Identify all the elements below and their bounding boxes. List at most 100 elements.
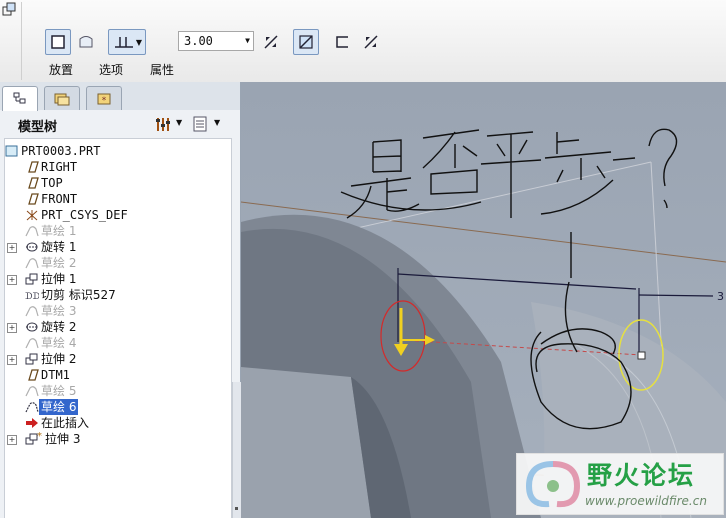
watermark-title: 野火论坛 <box>587 461 696 490</box>
thicken-sketch-button[interactable] <box>329 29 355 55</box>
tree-item-sketch-selected[interactable]: 草绘 6 <box>5 399 231 415</box>
tree-item-label: DTM1 <box>41 368 70 382</box>
svg-text:*: * <box>102 96 107 106</box>
combo-chevron-icon[interactable]: ▼ <box>245 32 250 50</box>
chevron-down-icon: ▼ <box>214 118 221 127</box>
depth-option-button[interactable]: ▼ <box>108 29 146 55</box>
sketch-icon <box>25 402 39 413</box>
part-icon <box>5 145 18 157</box>
expand-toggle[interactable]: + <box>7 243 17 253</box>
drag-handle[interactable] <box>637 351 646 360</box>
sketch-icon <box>25 258 39 269</box>
datum-plane-icon <box>28 369 39 381</box>
tab-folder-browser[interactable] <box>44 86 80 110</box>
options-tab-label[interactable]: 选项 <box>99 61 123 78</box>
forum-watermark: 野火论坛 www.proewildfire.cn <box>516 453 724 515</box>
tree-item-cut[interactable]: ᗪᗪ 切剪 标识527 <box>5 287 231 303</box>
tree-item-label: PRT_CSYS_DEF <box>41 208 128 222</box>
sketch-icon <box>25 306 39 317</box>
tab-favorites[interactable]: * <box>86 86 122 110</box>
pane-sash[interactable] <box>232 382 241 518</box>
tree-item-label: 切剪 标识527 <box>41 288 116 302</box>
solid-type-button[interactable] <box>45 29 71 55</box>
revolve-icon <box>26 322 38 332</box>
extrude-icon <box>25 353 38 365</box>
extrude-face <box>241 367 371 518</box>
tree-settings-button[interactable]: ▼ <box>154 115 184 133</box>
expand-toggle[interactable]: + <box>7 435 17 445</box>
tree-show-button[interactable]: ▼ <box>192 115 226 133</box>
chevron-down-icon: ▼ <box>135 37 143 47</box>
tree-item-sketch[interactable]: 草绘 3 <box>5 303 231 319</box>
tree-item-extrude[interactable]: + * 拉伸 3 <box>5 431 231 447</box>
sketch-corner-icon <box>2 2 16 16</box>
model-tree-icon <box>13 92 26 104</box>
datum-plane-icon <box>28 193 39 205</box>
tree-item-datum-plane[interactable]: FRONT <box>5 191 231 207</box>
model-tree-title: 模型树 <box>18 120 58 135</box>
tree-item-revolve[interactable]: + 旋转 1 <box>5 239 231 255</box>
chevron-down-icon: ▼ <box>176 118 183 127</box>
list-icon <box>193 116 207 132</box>
remove-material-button[interactable] <box>293 29 319 55</box>
flip-direction-button[interactable] <box>258 29 284 55</box>
tree-item-revolve[interactable]: + 旋转 2 <box>5 319 231 335</box>
tree-item-extrude[interactable]: + 拉伸 2 <box>5 351 231 367</box>
tree-item-label: 草绘 6 <box>39 399 79 415</box>
expand-toggle[interactable]: + <box>7 355 17 365</box>
tree-item-sketch[interactable]: 草绘 1 <box>5 223 231 239</box>
sketch-icon <box>25 338 39 349</box>
expand-toggle[interactable]: + <box>7 275 17 285</box>
flip-side-icon <box>364 35 378 49</box>
folder-browser-icon <box>54 93 70 105</box>
depth-value-combo[interactable]: 3.00 ▼ <box>178 31 254 51</box>
tree-item-sketch[interactable]: 草绘 5 <box>5 383 231 399</box>
active-star-icon: * <box>37 431 42 442</box>
tree-item-extrude[interactable]: + 拉伸 1 <box>5 271 231 287</box>
surface-type-button[interactable] <box>73 29 99 55</box>
tree-item-label: 拉伸 1 <box>41 272 77 286</box>
tree-item-sketch[interactable]: 草绘 4 <box>5 335 231 351</box>
sash-grip-icon <box>235 507 238 510</box>
tree-item-label: 在此插入 <box>41 416 90 430</box>
tools-icon <box>156 118 170 131</box>
surface-icon <box>79 36 93 48</box>
flip-material-side-button[interactable] <box>358 29 384 55</box>
tree-item-label: 旋转 1 <box>41 240 77 254</box>
svg-text:ᗪᗪ: ᗪᗪ <box>25 292 39 301</box>
properties-tab-label[interactable]: 属性 <box>150 61 174 78</box>
sketch-icon <box>25 386 39 397</box>
dashboard-toolbar: ▼ 3.00 ▼ 放置 选项 属性 <box>0 0 726 83</box>
flip-icon <box>264 35 278 49</box>
tree-item-part[interactable]: PRT0003.PRT <box>5 143 231 159</box>
tree-item-label: 拉伸 3 <box>45 432 81 446</box>
tree-item-datum-plane[interactable]: RIGHT <box>5 159 231 175</box>
datum-plane-icon <box>28 177 39 189</box>
toolbar-separator <box>21 2 22 80</box>
tree-item-label: 草绘 4 <box>41 336 77 350</box>
thicken-icon <box>336 36 348 48</box>
watermark-logo-icon <box>525 461 581 508</box>
remove-material-icon <box>299 35 313 49</box>
expand-toggle[interactable]: + <box>7 323 17 333</box>
navigator-tabs: * <box>0 82 240 111</box>
extrude-icon <box>25 273 38 285</box>
depth-value-text: 3.00 <box>184 34 213 48</box>
watermark-url: www.proewildfire.cn <box>585 494 707 508</box>
tree-item-label: 草绘 2 <box>41 256 77 270</box>
tree-item-csys[interactable]: PRT_CSYS_DEF <box>5 207 231 223</box>
tree-item-sketch[interactable]: 草绘 2 <box>5 255 231 271</box>
tab-model-tree[interactable] <box>2 86 38 111</box>
dimension-value[interactable]: 3 <box>717 290 724 303</box>
tree-item-datum-plane[interactable]: TOP <box>5 175 231 191</box>
solid-icon <box>51 35 65 49</box>
tree-item-label: TOP <box>41 176 63 190</box>
insert-arrow-icon <box>26 418 38 428</box>
tree-item-label: PRT0003.PRT <box>21 144 101 158</box>
placement-tab-label[interactable]: 放置 <box>49 61 73 78</box>
tree-item-label: FRONT <box>41 192 78 206</box>
tree-item-label: 草绘 5 <box>41 384 77 398</box>
datum-plane-icon <box>28 161 39 173</box>
tree-item-datum-plane[interactable]: DTM1 <box>5 367 231 383</box>
tree-item-label: 草绘 3 <box>41 304 77 318</box>
